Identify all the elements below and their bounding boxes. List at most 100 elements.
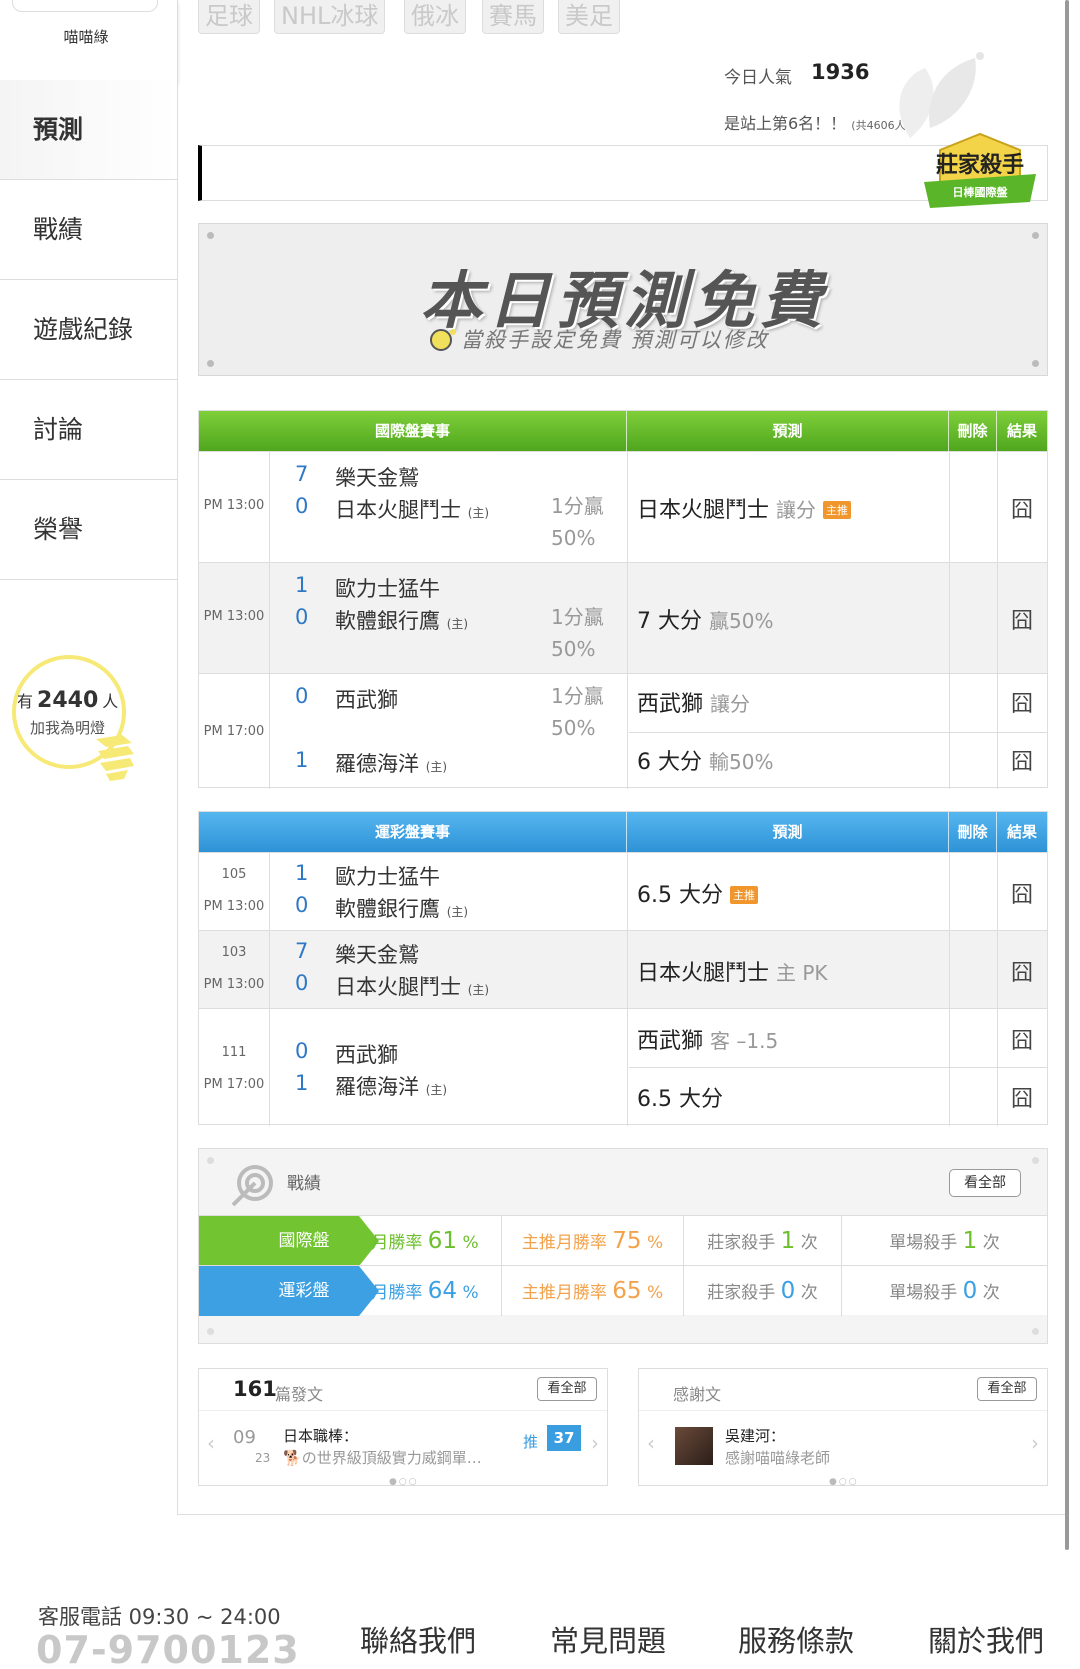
footer-terms-link[interactable]: 服務條款 bbox=[738, 1618, 854, 1660]
prediction-pick: 西武獅 bbox=[637, 1029, 704, 1054]
main-pick-win-rate: 主推月勝率 65 % bbox=[501, 1266, 683, 1316]
thanks-author[interactable]: 吳建河： bbox=[725, 1425, 785, 1446]
team-away: 歐力士猛牛 bbox=[335, 865, 440, 889]
prediction: 日本火腿鬥士 讓分 主推 bbox=[637, 492, 852, 524]
thanks-see-all-button[interactable]: 看全部 bbox=[977, 1377, 1037, 1401]
team-home-name: 軟體銀行鷹 bbox=[335, 897, 440, 921]
header-delete: 刪除 bbox=[949, 812, 997, 852]
team-away: 樂天金鷲 bbox=[335, 466, 419, 490]
lamp-count: 2440 bbox=[37, 688, 99, 713]
target-icon bbox=[231, 1165, 273, 1207]
table-row: PM 13:00 1 歐力士猛牛 0 軟體銀行鷹 (主) 1分贏 50% 7 大… bbox=[199, 562, 1047, 673]
header-prediction: 預測 bbox=[627, 812, 949, 852]
service-phone[interactable]: 07-9700123 bbox=[36, 1628, 300, 1669]
odds-pct: 50% bbox=[551, 637, 596, 661]
score-away: 1 bbox=[295, 573, 309, 597]
nav-predict[interactable]: 預測 bbox=[0, 80, 178, 180]
match-time: PM 13:00 bbox=[203, 899, 265, 914]
tab-nhl[interactable]: NHL冰球 bbox=[274, 0, 386, 34]
badge-subtitle: 日棒國際盤 bbox=[953, 185, 1009, 199]
prediction-pick: 7 大分 bbox=[637, 609, 702, 634]
nav-honor[interactable]: 榮譽 bbox=[0, 480, 178, 580]
tab-horse-racing[interactable]: 賽馬 bbox=[482, 0, 544, 34]
match-time: PM 17:00 bbox=[203, 724, 265, 739]
nav-discussion[interactable]: 討論 bbox=[0, 380, 178, 480]
bookmaker-killer-badge-icon: 莊家殺手 日棒國際盤 bbox=[924, 132, 1036, 208]
table-row: PM 13:00 7 樂天金鷲 0 日本火腿鬥士 (主) 1分贏 50% 日本火… bbox=[199, 451, 1047, 562]
prediction: 西武獅 讓分 bbox=[637, 686, 750, 718]
odds-pct: 50% bbox=[551, 526, 596, 550]
chevron-left-icon[interactable]: ‹ bbox=[207, 1431, 215, 1455]
lamp-caption: 加我為明燈 bbox=[30, 719, 106, 737]
chevron-left-icon[interactable]: ‹ bbox=[647, 1431, 655, 1455]
chevron-right-icon[interactable]: › bbox=[1031, 1431, 1039, 1455]
record-row-lottery: 運彩盤 月勝率 64 % 主推月勝率 65 % 莊家殺手 0 次 單場殺手 0 … bbox=[199, 1265, 1047, 1316]
lightbulb-base-icon bbox=[96, 735, 134, 781]
main-pick-tag: 主推 bbox=[729, 886, 758, 904]
footer-contact-link[interactable]: 聯絡我們 bbox=[360, 1618, 476, 1660]
month-win-rate: 月勝率 64 % bbox=[371, 1278, 479, 1304]
footer-faq-link[interactable]: 常見問題 bbox=[550, 1618, 666, 1660]
header-prediction: 預測 bbox=[627, 411, 949, 451]
nav-game-log[interactable]: 遊戲紀錄 bbox=[0, 280, 178, 380]
team-home: 日本火腿鬥士 (主) bbox=[335, 971, 489, 1001]
score-home: 0 bbox=[295, 971, 309, 995]
screw-icon bbox=[207, 1328, 214, 1335]
post-count: 161 bbox=[233, 1377, 277, 1401]
tab-russian-hockey[interactable]: 俄冰 bbox=[404, 0, 466, 34]
record-label: 運彩盤 bbox=[199, 1266, 379, 1316]
tab-soccer[interactable]: 足球 bbox=[198, 0, 260, 34]
record-see-all-button[interactable]: 看全部 bbox=[949, 1169, 1021, 1197]
user-box[interactable]: 喵喵綠 bbox=[0, 0, 178, 82]
scrollbar[interactable] bbox=[1065, 0, 1069, 1550]
table-row: 105 PM 13:00 1 歐力士猛牛 0 軟體銀行鷹 (主) 6.5 大分 … bbox=[199, 852, 1047, 930]
table-row: 103 PM 13:00 7 樂天金鷲 0 日本火腿鬥士 (主) 日本火腿鬥士 … bbox=[199, 930, 1047, 1008]
lamp-follow[interactable]: 有 2440 人 加我為明燈 bbox=[12, 655, 134, 805]
screw-icon bbox=[1032, 360, 1039, 367]
team-home-name: 軟體銀行鷹 bbox=[335, 609, 440, 633]
carousel-dots[interactable]: ●○○ bbox=[389, 1477, 419, 1487]
username[interactable]: 喵喵綠 bbox=[0, 26, 172, 47]
team-home: 羅德海洋 (主) bbox=[335, 1071, 447, 1101]
thanks-avatar[interactable] bbox=[675, 1427, 713, 1465]
posts-see-all-button[interactable]: 看全部 bbox=[537, 1377, 597, 1401]
match-time: PM 13:00 bbox=[203, 498, 265, 513]
single-killer-count: 單場殺手 0 次 bbox=[841, 1266, 1047, 1316]
free-prediction-banner: 本日預測免費 當殺手設定免費 預測可以修改 bbox=[198, 223, 1048, 376]
prediction: 西武獅 客 –1.5 bbox=[637, 1023, 778, 1055]
popularity-label: 今日人氣 bbox=[724, 68, 792, 88]
post-category[interactable]: 日本職棒： bbox=[283, 1425, 358, 1446]
score-home: 0 bbox=[295, 494, 309, 518]
score-away: 7 bbox=[295, 939, 309, 963]
home-mark: (主) bbox=[446, 617, 469, 631]
screw-icon bbox=[207, 360, 214, 367]
chevron-right-icon[interactable]: › bbox=[591, 1431, 599, 1455]
prediction: 6.5 大分 主推 bbox=[637, 877, 758, 909]
nav-record[interactable]: 戰績 bbox=[0, 180, 178, 280]
tab-american-football[interactable]: 美足 bbox=[558, 0, 620, 34]
score-away: 7 bbox=[295, 462, 309, 486]
lottery-table-header: 運彩盤賽事 預測 刪除 結果 bbox=[199, 812, 1047, 852]
post-month: 09 bbox=[233, 1427, 256, 1448]
footer-about-link[interactable]: 關於我們 bbox=[928, 1618, 1044, 1660]
lottery-prediction-table: 運彩盤賽事 預測 刪除 結果 105 PM 13:00 1 歐力士猛牛 0 軟體… bbox=[198, 811, 1048, 1126]
main-pick-win-rate: 主推月勝率 75 % bbox=[501, 1216, 683, 1266]
prediction-2: 6 大分 輸50% bbox=[637, 744, 773, 776]
thanks-box: 感謝文 看全部 ‹ 吳建河： 感謝喵喵綠老師 › ●○○ bbox=[638, 1368, 1048, 1487]
thanks-snippet[interactable]: 感謝喵喵綠老師 bbox=[725, 1447, 830, 1468]
screw-icon bbox=[207, 232, 214, 239]
score-home: 0 bbox=[295, 893, 309, 917]
result-icon: 囧 bbox=[1010, 692, 1033, 717]
carousel-dots[interactable]: ●○○ bbox=[829, 1477, 859, 1487]
main-left-border bbox=[177, 0, 178, 1515]
avatar[interactable] bbox=[12, 0, 158, 12]
odds-line: 1分贏 bbox=[551, 684, 604, 708]
service-hours: 客服電話 09:30 ~ 24:00 bbox=[38, 1605, 281, 1629]
post-day: 23 bbox=[255, 1451, 271, 1465]
prediction-note: 讓分 bbox=[710, 692, 751, 716]
result-icon: 囧 bbox=[1010, 883, 1033, 908]
score-away: 0 bbox=[295, 684, 309, 708]
team-home: 軟體銀行鷹 (主) bbox=[335, 893, 468, 923]
score-away: 0 bbox=[295, 1039, 309, 1063]
post-snippet[interactable]: 🐕の世界級頂級實力威鋼單… bbox=[283, 1447, 505, 1468]
